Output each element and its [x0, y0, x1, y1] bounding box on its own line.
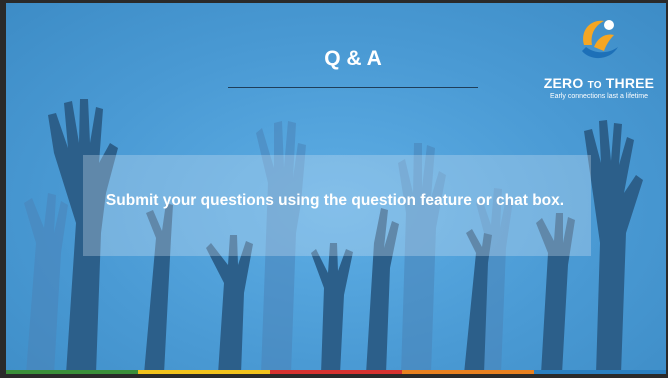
logo-brand-to: TO: [587, 80, 602, 91]
logo-brand-name: ZERO TO THREE: [532, 75, 666, 91]
color-bar-segment-orange: [402, 370, 534, 374]
color-bar-segment-yellow: [138, 370, 270, 374]
color-bar-segment-green: [6, 370, 138, 374]
slide-title: Q & A: [324, 47, 382, 70]
title-underline: [228, 87, 478, 88]
zero-to-three-logo: ZERO TO THREE Early connections last a l…: [532, 15, 666, 105]
slide: Q & A ZERO TO THREE Early connections la…: [6, 3, 666, 374]
color-bar-segment-blue: [534, 370, 666, 374]
color-bar-segment-red: [270, 370, 402, 374]
logo-brand-three: THREE: [605, 75, 655, 91]
question-prompt-text: Submit your questions using the question…: [105, 192, 565, 209]
logo-emblem-icon: [582, 20, 618, 59]
footer-color-bar: [6, 370, 666, 374]
logo-brand-zero: ZERO: [543, 75, 584, 91]
logo-tagline: Early connections last a lifetime: [549, 93, 649, 100]
